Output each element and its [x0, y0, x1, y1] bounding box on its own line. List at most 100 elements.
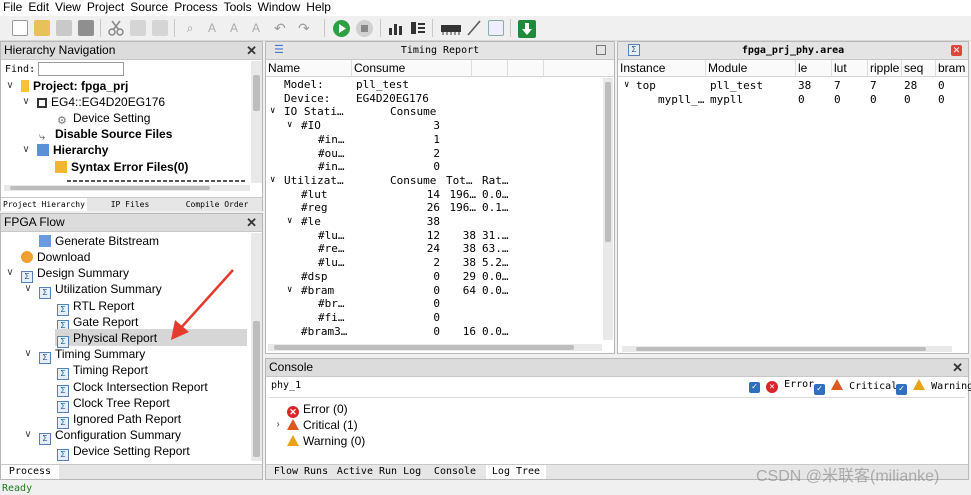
- stop-icon[interactable]: [356, 20, 373, 37]
- col-empty-1[interactable]: [472, 60, 508, 77]
- timing-row[interactable]: Model: pll_test: [266, 78, 602, 92]
- area-row[interactable]: ∨ top pll_test 38 7 7 28 0: [618, 79, 968, 93]
- timing-row[interactable]: #ou… 2: [266, 147, 602, 161]
- tab-flow-runs[interactable]: Flow Runs: [268, 465, 334, 479]
- timing-row[interactable]: #fi… 0: [266, 311, 602, 325]
- timing-row[interactable]: ∨ IO Stati… Consume: [266, 105, 602, 119]
- tree-device-setting[interactable]: ⚙ Device Setting: [57, 110, 150, 127]
- hierarchy-scrollbar[interactable]: [251, 61, 262, 183]
- cut-icon[interactable]: [108, 20, 124, 36]
- menu-tools[interactable]: Tools: [221, 0, 255, 15]
- chevron-down-icon[interactable]: ∨: [287, 215, 292, 229]
- tab-compile-order[interactable]: Compile Order: [173, 198, 261, 211]
- console-filter-error[interactable]: ✓ ✕ Error: [749, 379, 814, 393]
- chevron-down-icon[interactable]: ∨: [21, 142, 31, 158]
- flow-clock-tree-report[interactable]: Σ Clock Tree Report: [57, 395, 170, 413]
- replace-icon[interactable]: A: [248, 20, 264, 36]
- copy-icon[interactable]: [130, 20, 146, 36]
- col-le[interactable]: le: [796, 60, 832, 77]
- restore-icon[interactable]: [596, 45, 606, 55]
- flow-rtl-report[interactable]: Σ RTL Report: [57, 298, 134, 316]
- flow-ignored-path-report[interactable]: Σ Ignored Path Report: [57, 411, 181, 429]
- menu-file[interactable]: File: [0, 0, 25, 15]
- find-prev-icon[interactable]: A: [226, 20, 242, 36]
- col-empty-2[interactable]: [508, 60, 544, 77]
- new-file-icon[interactable]: [12, 20, 28, 36]
- run-icon[interactable]: [333, 20, 350, 37]
- tab-active-run-log[interactable]: Active Run Log: [336, 465, 422, 479]
- chevron-right-icon[interactable]: ›: [273, 417, 283, 433]
- area-hscrollbar[interactable]: [622, 346, 952, 352]
- probe-icon[interactable]: [466, 20, 482, 36]
- chevron-down-icon[interactable]: ∨: [287, 284, 292, 298]
- col-ripple[interactable]: ripple: [868, 60, 902, 77]
- tab-process[interactable]: Process: [1, 465, 59, 479]
- console-filter-warning[interactable]: ✓ Warning: [896, 379, 971, 395]
- timing-row[interactable]: ∨ #IO 3: [266, 119, 602, 133]
- timing-hscrollbar[interactable]: [268, 344, 602, 351]
- checkbox-icon[interactable]: ✓: [896, 384, 907, 395]
- open-folder-icon[interactable]: [34, 20, 50, 36]
- chevron-down-icon[interactable]: ∨: [270, 105, 275, 119]
- menu-process[interactable]: Process: [171, 0, 220, 15]
- timing-row[interactable]: #reg 26 196… 0.1…: [266, 201, 602, 215]
- undo-icon[interactable]: ↶: [274, 20, 294, 36]
- timing-row[interactable]: #lu… 12 38 31.…: [266, 229, 602, 243]
- timing-row[interactable]: #in… 1: [266, 133, 602, 147]
- timing-row[interactable]: #in… 0: [266, 160, 602, 174]
- col-name[interactable]: Name: [266, 60, 352, 77]
- tree-disable-source[interactable]: ⤷ Disable Source Files: [39, 126, 172, 143]
- chevron-down-icon[interactable]: ∨: [23, 346, 33, 362]
- console-warning-row[interactable]: Warning (0): [287, 433, 365, 449]
- chevron-down-icon[interactable]: ∨: [5, 265, 15, 281]
- find-next-icon[interactable]: A: [204, 20, 220, 36]
- flow-download[interactable]: Download: [21, 249, 90, 265]
- chevron-down-icon[interactable]: ∨: [23, 427, 33, 443]
- flow-clock-intersection-report[interactable]: Σ Clock Intersection Report: [57, 379, 208, 397]
- timing-row[interactable]: #re… 24 38 63.…: [266, 242, 602, 256]
- flow-gate-report[interactable]: Σ Gate Report: [57, 314, 138, 332]
- timing-row[interactable]: ∨ #bram 0 64 0.0…: [266, 284, 602, 298]
- timing-row[interactable]: #bram3… 0 16 0.0…: [266, 325, 602, 339]
- col-module[interactable]: Module: [706, 60, 796, 77]
- flow-timing-report[interactable]: Σ Timing Report: [57, 362, 148, 380]
- chevron-down-icon[interactable]: ∨: [21, 94, 31, 110]
- flow-generate-bitstream[interactable]: Generate Bitstream: [39, 233, 159, 249]
- chip-icon[interactable]: [440, 20, 462, 36]
- menu-project[interactable]: Project: [84, 0, 127, 15]
- tab-ip-files[interactable]: IP Files: [87, 198, 173, 211]
- console-error-row[interactable]: ✕ Error (0): [287, 401, 348, 418]
- chevron-down-icon[interactable]: ∨: [5, 78, 15, 94]
- col-lut[interactable]: lut: [832, 60, 868, 77]
- flow-physical-report[interactable]: Σ Physical Report: [57, 330, 157, 348]
- download-icon[interactable]: [518, 20, 536, 38]
- close-icon[interactable]: ✕: [952, 359, 963, 376]
- timing-row[interactable]: #lu… 2 38 5.2…: [266, 256, 602, 270]
- tab-project-hierarchy[interactable]: Project Hierarchy: [1, 198, 87, 211]
- timing-row[interactable]: #dsp 0 29 0.0…: [266, 270, 602, 284]
- save-all-icon[interactable]: [78, 20, 94, 36]
- tab-log-tree[interactable]: Log Tree: [486, 465, 546, 479]
- col-seq[interactable]: seq: [902, 60, 936, 77]
- chevron-down-icon[interactable]: ∨: [287, 119, 292, 133]
- chart-icon[interactable]: [388, 20, 404, 36]
- redo-icon[interactable]: ↷: [298, 20, 318, 36]
- tab-console[interactable]: Console: [426, 465, 484, 479]
- menu-window[interactable]: Window: [255, 0, 304, 15]
- list-icon[interactable]: [410, 20, 426, 36]
- chevron-down-icon[interactable]: ∨: [23, 281, 33, 297]
- timing-row[interactable]: Device: EG4D20EG176: [266, 92, 602, 106]
- find-icon[interactable]: ⌕: [182, 20, 198, 36]
- checkbox-icon[interactable]: ✓: [749, 382, 760, 393]
- timing-row[interactable]: ∨ #le 38: [266, 215, 602, 229]
- chevron-down-icon[interactable]: ∨: [624, 79, 629, 93]
- chevron-down-icon[interactable]: ∨: [270, 174, 275, 188]
- close-icon[interactable]: ✕: [951, 45, 962, 56]
- col-consume[interactable]: Consume: [352, 60, 472, 77]
- area-tab[interactable]: Σ fpga_prj_phy.area: [618, 42, 968, 60]
- flow-device-setting-report[interactable]: Σ Device Setting Report: [57, 443, 190, 461]
- tree-syntax-errors[interactable]: Syntax Error Files(0): [55, 159, 188, 175]
- timing-row[interactable]: #br… 0: [266, 297, 602, 311]
- console-filter-critical[interactable]: ✓ Critical: [814, 379, 897, 395]
- close-icon[interactable]: ✕: [246, 42, 257, 59]
